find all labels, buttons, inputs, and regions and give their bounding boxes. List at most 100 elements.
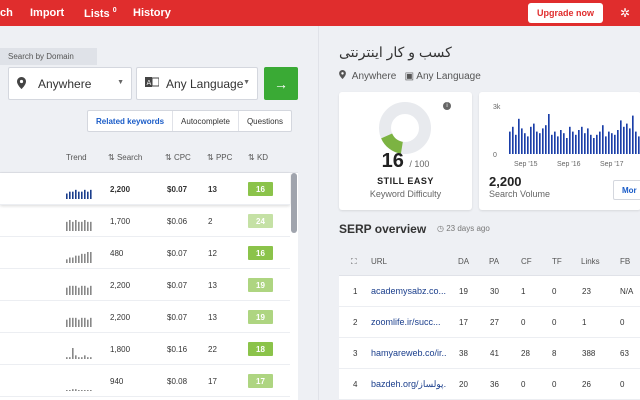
serp-rank-cell: 3 <box>353 349 358 358</box>
col-trend[interactable]: Trend <box>66 153 87 162</box>
volume-bar <box>584 133 586 154</box>
language-select[interactable]: A Any Language ▼ <box>136 67 258 100</box>
table-row[interactable]: 1,700 $0.06 2 24 <box>0 205 290 237</box>
volume-bar <box>509 131 511 154</box>
info-icon[interactable]: i <box>443 102 451 110</box>
volume-bar <box>551 134 553 154</box>
location-pin-icon <box>339 70 349 82</box>
serp-row: 2 zoomlife.ir/succ... 17 27 0 0 1 0 <box>339 307 640 338</box>
upgrade-button[interactable]: Upgrade now <box>528 3 603 23</box>
volume-bar <box>587 128 589 154</box>
serp-pa-cell: 41 <box>490 349 499 358</box>
kd-donut <box>379 102 431 154</box>
x-tick-label: Sep '16 <box>557 161 581 168</box>
svg-text:A: A <box>147 79 152 87</box>
gear-icon[interactable]: ✲ <box>620 6 630 20</box>
keyword-overview-panel: کسب و کار اینترنتی Anywhere ▣ Any Langua… <box>318 26 640 400</box>
serp-links-cell: 388 <box>582 349 596 358</box>
volume-bar <box>596 134 598 154</box>
col-kd-label: KD <box>256 153 269 162</box>
table-row[interactable]: 2,200 $0.07 13 16 <box>0 173 290 205</box>
col-tf: TF <box>552 257 562 266</box>
serp-tf-cell: 8 <box>552 349 557 358</box>
trend-bar <box>75 255 77 263</box>
table-row[interactable]: 2,200 $0.07 13 19 <box>0 301 290 333</box>
col-cpc[interactable]: ⇅ CPC <box>165 153 191 162</box>
x-tick-label: Sep '15 <box>514 161 538 168</box>
trend-bar <box>81 390 83 391</box>
col-links: Links <box>581 257 600 266</box>
table-row[interactable]: 480 $0.07 12 16 <box>0 237 290 269</box>
trend-sparkline <box>66 348 92 359</box>
volume-bar <box>638 136 640 154</box>
col-kd[interactable]: ⇅ KD <box>248 153 268 162</box>
trend-bar <box>81 221 83 231</box>
serp-pa-cell: 30 <box>490 287 499 296</box>
volume-bar <box>605 136 607 154</box>
kd-badge: 19 <box>248 310 273 324</box>
serp-fb-cell: 0 <box>620 380 625 389</box>
serp-url-link[interactable]: academysabz.co... <box>371 286 446 296</box>
trend-bar <box>90 357 92 359</box>
volume-bar <box>626 123 628 154</box>
nav-import[interactable]: Import <box>30 7 64 19</box>
kd-score-max: / 100 <box>409 159 430 169</box>
serp-url-link[interactable]: zoomlife.ir/succ... <box>371 317 446 327</box>
volume-bar <box>599 131 601 154</box>
nav-lists[interactable]: Lists 0 <box>84 7 117 20</box>
col-cpc-label: CPC <box>173 153 191 162</box>
trend-bar <box>81 191 83 199</box>
search-volume-cell: 480 <box>110 249 124 258</box>
trend-bar <box>87 390 89 391</box>
serp-url-link[interactable]: hamyareweb.co/ir... <box>371 348 446 358</box>
col-da: DA <box>458 257 470 266</box>
table-row[interactable]: 2,200 $0.07 13 19 <box>0 269 290 301</box>
keywords-table-header: Trend ⇅ Search ⇅ CPC ⇅ PPC ⇅ KD <box>0 141 298 173</box>
serp-links-cell: 1 <box>582 318 587 327</box>
nav-history[interactable]: History <box>133 7 171 19</box>
trend-bar <box>69 257 71 263</box>
serp-row: 4 bazdeh.org/پولساز... 20 36 0 0 26 0 <box>339 369 640 400</box>
serp-fb-cell: 63 <box>620 349 629 358</box>
trend-bar <box>84 355 86 359</box>
tab-questions[interactable]: Questions <box>239 111 291 131</box>
more-button[interactable]: Mor <box>613 180 640 200</box>
trend-bar <box>90 317 92 327</box>
volume-bar <box>530 126 532 154</box>
search-go-button[interactable]: → <box>264 67 298 100</box>
serp-url-link[interactable]: bazdeh.org/پولساز... <box>371 379 446 390</box>
trend-bar <box>72 317 74 327</box>
kd-badge: 24 <box>248 214 273 228</box>
volume-bar <box>554 131 556 154</box>
trend-bar <box>75 285 77 295</box>
col-ppc[interactable]: ⇅ PPC <box>207 153 232 162</box>
serp-da-cell: 17 <box>459 318 468 327</box>
trend-bar <box>69 220 71 231</box>
expand-icon[interactable]: ⛶ <box>351 257 357 267</box>
table-row[interactable]: 940 $0.08 17 17 <box>0 365 290 397</box>
trend-bar <box>84 253 86 263</box>
table-scrollbar[interactable] <box>291 173 297 233</box>
cpc-cell: $0.07 <box>167 281 188 290</box>
serp-fb-cell: 0 <box>620 318 625 327</box>
tab-related-keywords[interactable]: Related keywords <box>88 111 174 131</box>
col-search[interactable]: ⇅ Search <box>108 153 142 162</box>
volume-bar <box>575 134 577 154</box>
location-select[interactable]: Anywhere ▼ <box>8 67 132 100</box>
trend-bar <box>84 189 86 199</box>
col-cf: CF <box>521 257 532 266</box>
nav-search[interactable]: ch <box>0 7 13 19</box>
col-pa: PA <box>489 257 500 266</box>
table-row[interactable]: 1,800 $0.16 22 18 <box>0 333 290 365</box>
serp-tf-cell: 0 <box>552 380 557 389</box>
search-by-domain-tab[interactable]: Search by Domain <box>0 48 97 65</box>
tab-autocomplete[interactable]: Autocomplete <box>173 111 239 131</box>
volume-bar <box>611 133 613 154</box>
serp-da-cell: 20 <box>459 380 468 389</box>
trend-sparkline <box>66 285 92 295</box>
col-ppc-label: PPC <box>215 153 233 162</box>
trend-bar <box>66 259 68 263</box>
serp-links-cell: 26 <box>582 380 591 389</box>
trend-bar <box>66 357 68 359</box>
meta-location: Anywhere <box>351 71 397 82</box>
